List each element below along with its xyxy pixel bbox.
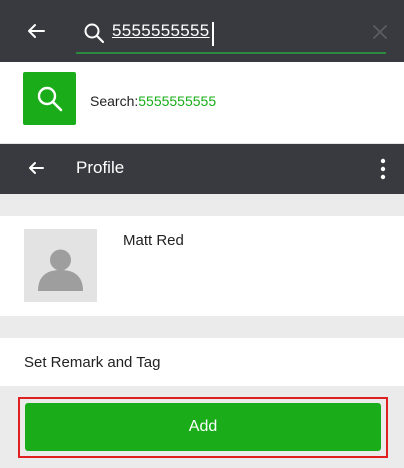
search-suggestion-value: 5555555555 bbox=[138, 93, 217, 109]
search-input-underline bbox=[76, 52, 386, 54]
section-spacer bbox=[0, 194, 404, 216]
text-cursor bbox=[212, 22, 214, 46]
search-input[interactable]: 5555555555 bbox=[112, 21, 210, 41]
page-title: Profile bbox=[76, 158, 125, 177]
search-suggestion-icon-box bbox=[23, 72, 76, 125]
back-arrow-icon[interactable] bbox=[26, 158, 46, 178]
contact-name: Matt Red bbox=[123, 232, 184, 249]
back-arrow-icon[interactable] bbox=[24, 19, 48, 43]
more-options-icon[interactable] bbox=[380, 157, 386, 181]
profile-header: Profile bbox=[0, 144, 404, 194]
avatar[interactable] bbox=[24, 229, 97, 302]
default-user-icon bbox=[24, 229, 97, 302]
set-remark-row[interactable]: Set Remark and Tag bbox=[0, 338, 404, 386]
search-icon bbox=[84, 23, 105, 44]
clear-icon[interactable] bbox=[372, 24, 388, 40]
search-icon bbox=[37, 86, 63, 112]
section-spacer bbox=[0, 316, 404, 338]
search-suggestion-label: Search:5555555555 bbox=[90, 93, 216, 109]
add-contact-button[interactable]: Add bbox=[25, 403, 381, 451]
set-remark-label: Set Remark and Tag bbox=[24, 354, 161, 371]
search-bar: 5555555555 bbox=[0, 0, 404, 62]
search-suggestion-prefix: Search: bbox=[90, 93, 139, 109]
contact-card: Matt Red bbox=[0, 216, 404, 316]
search-suggestion[interactable]: Search:5555555555 bbox=[0, 62, 404, 144]
action-area: Add bbox=[0, 386, 404, 468]
